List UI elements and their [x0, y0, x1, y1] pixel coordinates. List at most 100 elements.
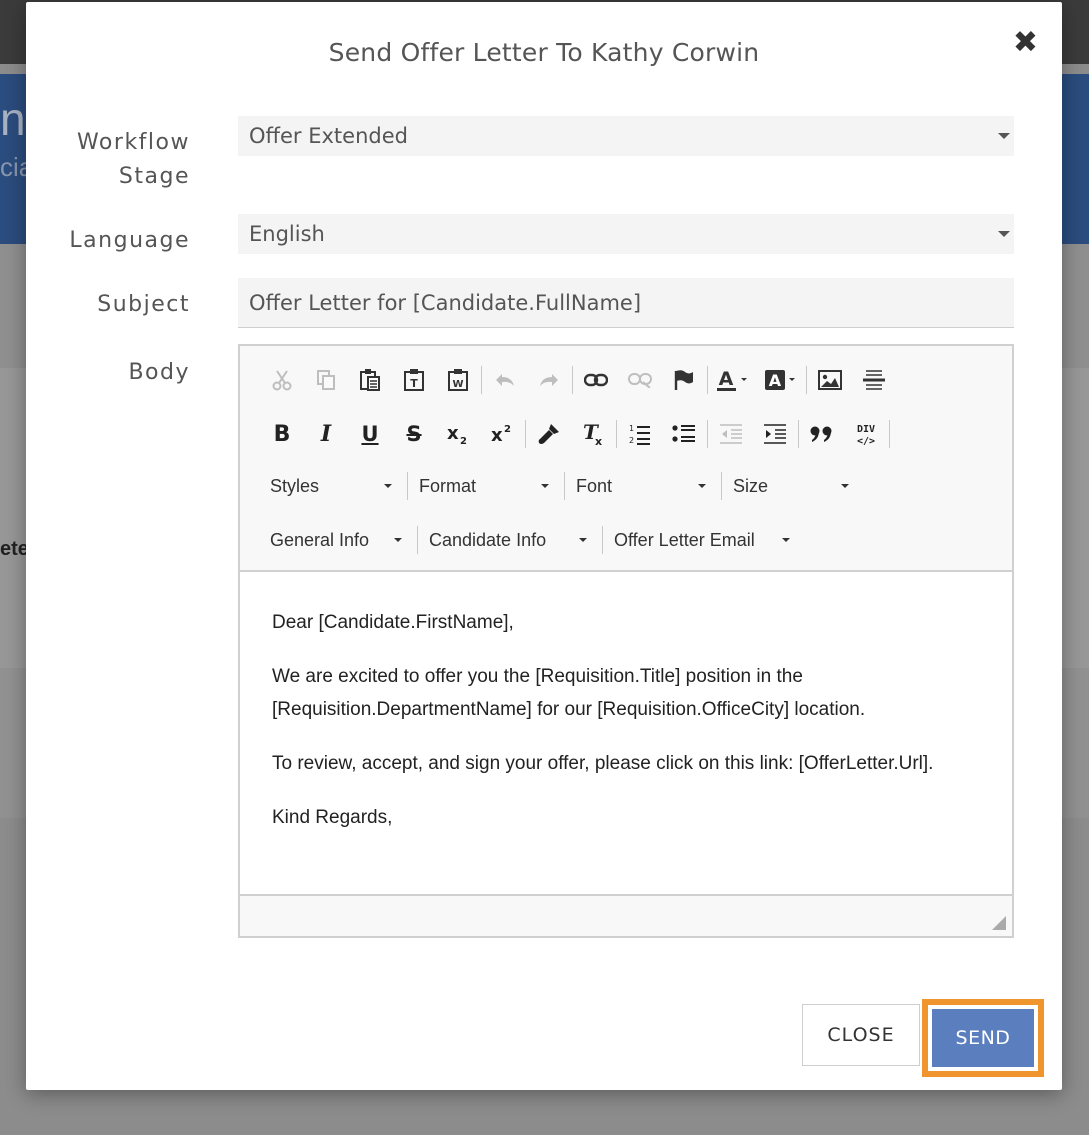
general-info-combo[interactable]: General Info: [260, 522, 416, 558]
horizontal-line-icon[interactable]: [852, 362, 896, 398]
candidate-info-combo[interactable]: Candidate Info: [419, 522, 601, 558]
unlink-icon[interactable]: [618, 362, 662, 398]
toolbar-row-3: Styles Format Font Size: [260, 466, 863, 506]
superscript-icon[interactable]: x2: [480, 416, 524, 452]
chevron-down-icon: [384, 484, 392, 488]
decrease-indent-icon[interactable]: [709, 416, 753, 452]
language-label: Language: [69, 228, 190, 253]
copy-format-icon[interactable]: [527, 416, 571, 452]
redo-icon[interactable]: [527, 362, 571, 398]
toolbar-row-4: General Info Candidate Info Offer Letter…: [260, 520, 804, 560]
workflow-stage-label: Workflow Stage: [77, 126, 190, 194]
svg-text:W: W: [452, 379, 463, 390]
toolbar-separator: [889, 420, 890, 448]
workflow-stage-label-line1: Workflow: [76, 130, 190, 155]
paste-text-icon[interactable]: T: [392, 362, 436, 398]
chevron-down-icon: [998, 231, 1010, 237]
image-icon[interactable]: [808, 362, 852, 398]
svg-text:T: T: [410, 377, 418, 390]
toolbar-row-2: B I U S x2 x2 Tx 12 DIV </>: [260, 414, 891, 454]
subject-input[interactable]: [238, 278, 1014, 328]
resize-handle-icon[interactable]: [992, 916, 1006, 930]
body-label: Body: [128, 360, 190, 385]
size-combo[interactable]: Size: [723, 468, 863, 504]
remove-format-icon[interactable]: Tx: [571, 416, 615, 452]
paste-icon[interactable]: [348, 362, 392, 398]
editor-status-bar: [240, 894, 1012, 936]
chevron-down-icon: [541, 484, 549, 488]
format-combo-label: Format: [419, 475, 477, 496]
language-select[interactable]: English: [238, 214, 1014, 254]
rich-text-editor: T W A A B I U S x 2 x 2 T x 1 2 DIV </> …: [238, 344, 1014, 938]
bold-glyph: B: [273, 421, 291, 447]
svg-text:x: x: [447, 423, 459, 444]
close-icon[interactable]: ✖: [1013, 28, 1038, 58]
subscript-icon[interactable]: x2: [436, 416, 480, 452]
close-button[interactable]: CLOSE: [802, 1004, 920, 1066]
copy-icon[interactable]: [304, 362, 348, 398]
anchor-icon[interactable]: [662, 362, 706, 398]
send-button[interactable]: SEND: [932, 1009, 1034, 1067]
offer-letter-email-combo[interactable]: Offer Letter Email: [604, 522, 804, 558]
div-container-icon[interactable]: DIV </>: [844, 416, 888, 452]
editor-content[interactable]: Dear [Candidate.FirstName], We are excit…: [240, 572, 1012, 892]
body-paragraph[interactable]: We are excited to offer you the [Requisi…: [272, 660, 980, 726]
link-icon[interactable]: [574, 362, 618, 398]
chevron-down-icon: [782, 538, 790, 542]
numbered-list-icon[interactable]: 12: [618, 416, 662, 452]
toolbar-separator: [721, 472, 722, 500]
body-paragraph[interactable]: Dear [Candidate.FirstName],: [272, 606, 980, 639]
workflow-stage-select[interactable]: Offer Extended: [238, 116, 1014, 156]
svg-text:x: x: [491, 425, 503, 445]
background-side-text: ete: [0, 538, 29, 560]
svg-text:</>: </>: [857, 436, 875, 446]
text-color-icon[interactable]: A: [709, 362, 757, 398]
styles-combo[interactable]: Styles: [260, 468, 406, 504]
svg-text:x: x: [595, 435, 602, 446]
blockquote-icon[interactable]: [800, 416, 844, 452]
send-button-highlight: SEND: [922, 999, 1044, 1077]
candidate-info-combo-label: Candidate Info: [429, 529, 547, 550]
italic-glyph: I: [320, 421, 332, 447]
paste-word-icon[interactable]: W: [436, 362, 480, 398]
toolbar-separator: [707, 420, 708, 448]
chevron-down-icon: [698, 484, 706, 488]
chevron-down-icon: [998, 133, 1010, 139]
chevron-down-icon: [579, 538, 587, 542]
svg-text:2: 2: [629, 436, 634, 445]
background-color-icon[interactable]: A: [757, 362, 805, 398]
toolbar-separator: [707, 366, 708, 394]
italic-icon[interactable]: I: [304, 416, 348, 452]
workflow-stage-label-line2: Stage: [118, 164, 190, 189]
chevron-down-icon: [841, 484, 849, 488]
body-paragraph[interactable]: Kind Regards,: [272, 801, 980, 834]
chevron-down-icon: [394, 538, 402, 542]
language-value: English: [249, 222, 325, 246]
svg-text:A: A: [769, 371, 782, 390]
bulleted-list-icon[interactable]: [662, 416, 706, 452]
toolbar-separator: [481, 366, 482, 394]
editor-toolbar: T W A A B I U S x 2 x 2 T x 1 2 DIV </> …: [240, 346, 1012, 572]
cut-icon[interactable]: [260, 362, 304, 398]
toolbar-separator: [616, 420, 617, 448]
underline-glyph: U: [361, 422, 379, 446]
background-header-text: n: [0, 93, 26, 145]
svg-text:1: 1: [629, 424, 634, 433]
subject-label: Subject: [97, 292, 190, 317]
bold-icon[interactable]: B: [260, 416, 304, 452]
font-combo[interactable]: Font: [566, 468, 720, 504]
toolbar-separator: [806, 366, 807, 394]
body-paragraph[interactable]: To review, accept, and sign your offer, …: [272, 747, 980, 780]
format-combo[interactable]: Format: [409, 468, 563, 504]
modal-title: Send Offer Letter To Kathy Corwin: [328, 38, 760, 67]
strikethrough-icon[interactable]: S: [392, 416, 436, 452]
undo-icon[interactable]: [483, 362, 527, 398]
toolbar-separator: [602, 526, 603, 554]
svg-text:2: 2: [504, 424, 511, 435]
strikethrough-glyph: S: [406, 422, 422, 446]
underline-icon[interactable]: U: [348, 416, 392, 452]
styles-combo-label: Styles: [270, 475, 320, 496]
increase-indent-icon[interactable]: [753, 416, 797, 452]
size-combo-label: Size: [733, 475, 769, 496]
toolbar-separator: [407, 472, 408, 500]
